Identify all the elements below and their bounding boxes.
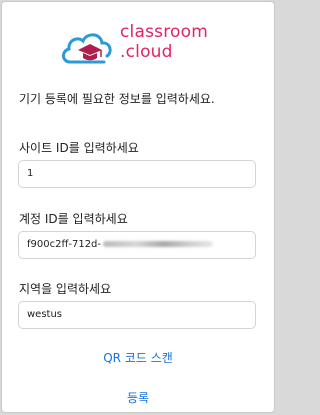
account-id-label: 계정 ID를 입력하세요	[19, 212, 128, 226]
site-id-label: 사이트 ID를 입력하세요	[19, 141, 139, 155]
region-label: 지역을 입력하세요	[19, 282, 112, 296]
region-input[interactable]: westus	[18, 301, 256, 329]
account-id-value: f900c2ff-712d-	[27, 239, 102, 250]
logo-line1: classroom	[120, 22, 208, 42]
classroom-cloud-logo: classroom .cloud	[60, 22, 220, 72]
cloud-cap-icon	[62, 33, 112, 64]
device-frame: classroom .cloud 기기 등록에 필요한 정보를 입력하세요. 사…	[1, 1, 275, 413]
register-button[interactable]: 등록	[2, 389, 274, 406]
region-value: westus	[27, 309, 63, 320]
logo-line2: .cloud	[120, 42, 173, 62]
redacted-blur	[103, 241, 214, 247]
site-id-input[interactable]: 1	[18, 160, 256, 188]
qr-scan-link[interactable]: QR 코드 스캔	[2, 349, 274, 366]
site-id-value: 1	[27, 168, 34, 179]
logo-wordmark: classroom .cloud	[120, 22, 208, 62]
account-id-input[interactable]: f900c2ff-712d-	[18, 231, 256, 259]
intro-text: 기기 등록에 필요한 정보를 입력하세요.	[19, 92, 215, 106]
